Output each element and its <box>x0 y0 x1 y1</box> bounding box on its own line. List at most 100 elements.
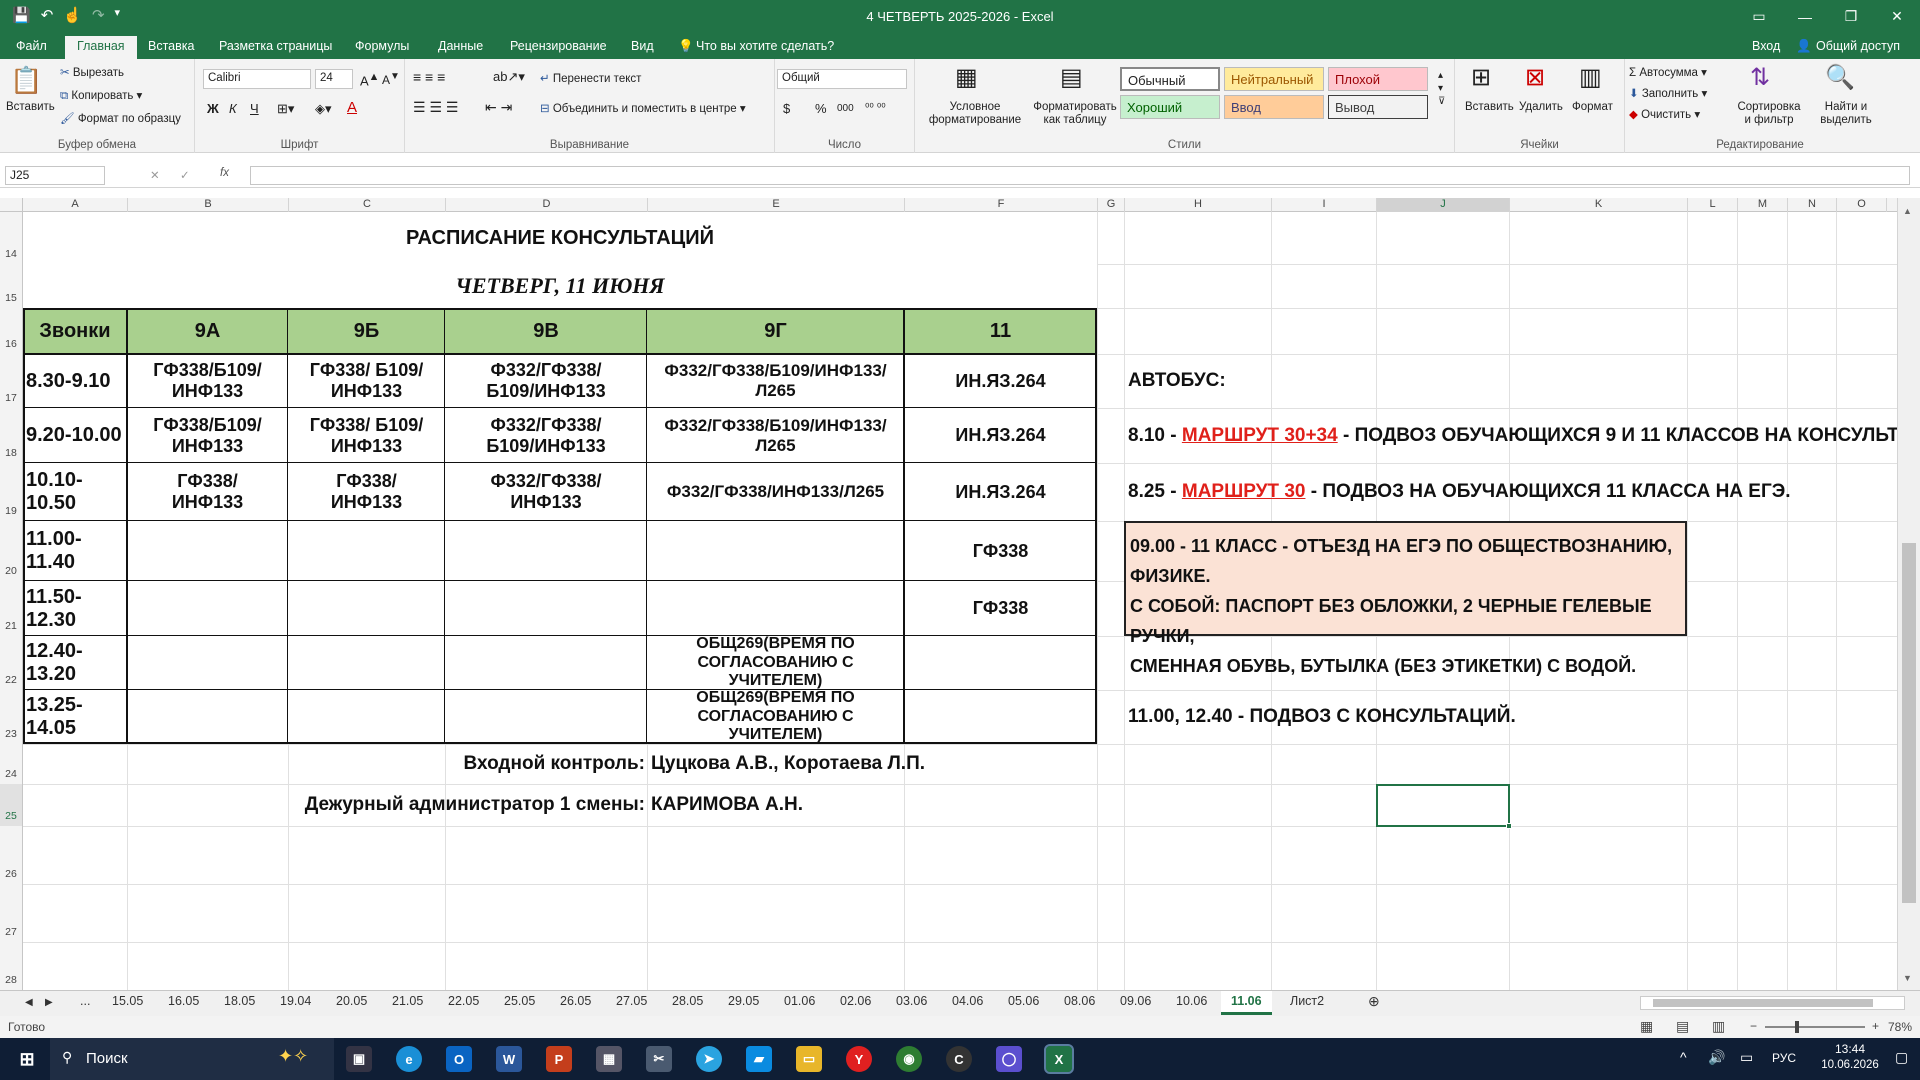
sheet-tab[interactable]: 15.05 <box>112 994 143 1008</box>
col-header-c[interactable]: C <box>289 198 446 212</box>
sheet-tab[interactable]: 29.05 <box>728 994 759 1008</box>
horizontal-scrollbar[interactable] <box>1640 996 1905 1010</box>
sheet-tab[interactable]: 27.05 <box>616 994 647 1008</box>
sheet-tab[interactable]: 28.05 <box>672 994 703 1008</box>
fill-color-icon[interactable]: ◈▾ <box>315 101 332 117</box>
normal-view-icon[interactable]: ▦ <box>1640 1018 1653 1035</box>
clear-button[interactable]: ◆ Очистить ▾ <box>1629 107 1700 121</box>
row-header-21[interactable]: 21 <box>0 581 23 636</box>
col-header-j[interactable]: J <box>1377 198 1510 212</box>
row-header-20[interactable]: 20 <box>0 521 23 581</box>
sheet-tab[interactable]: 22.05 <box>448 994 479 1008</box>
conditional-format-icon[interactable]: ▦ <box>955 63 978 92</box>
task-view-icon[interactable]: ▣ <box>346 1046 372 1072</box>
col-header-k[interactable]: K <box>1510 198 1688 212</box>
volume-icon[interactable]: 🔊 <box>1708 1049 1725 1066</box>
row-header-14[interactable]: 14 <box>0 212 23 264</box>
bold-button[interactable]: Ж <box>207 101 219 116</box>
tab-review[interactable]: Рецензирование <box>510 39 607 53</box>
row-header-17[interactable]: 17 <box>0 354 23 408</box>
sheet-tab[interactable]: 03.06 <box>896 994 927 1008</box>
page-layout-icon[interactable]: ▤ <box>1676 1018 1689 1035</box>
wrap-text-button[interactable]: ↵ Перенести текст <box>540 71 641 85</box>
add-sheet-icon[interactable]: ⊕ <box>1368 993 1380 1010</box>
sheet-tab[interactable]: Лист2 <box>1290 994 1324 1008</box>
find-select-button[interactable]: Найти и выделить <box>1807 101 1885 127</box>
font-name-select[interactable]: Calibri <box>203 69 311 89</box>
sheet-tab[interactable]: 08.06 <box>1064 994 1095 1008</box>
style-good[interactable]: Хороший <box>1120 95 1220 119</box>
row-header-24[interactable]: 24 <box>0 744 23 784</box>
cancel-icon[interactable]: ✕ <box>150 168 160 182</box>
format-painter-button[interactable]: 🖌 Формат по образцу <box>60 111 181 125</box>
tab-insert[interactable]: Вставка <box>148 39 194 53</box>
delete-cells-button[interactable]: Удалить <box>1519 101 1563 113</box>
sign-in-link[interactable]: Вход <box>1752 39 1780 53</box>
sheet-tab[interactable]: 16.05 <box>168 994 199 1008</box>
insert-cells-button[interactable]: Вставить <box>1465 101 1514 113</box>
vertical-scrollbar[interactable]: ▲ ▼ <box>1897 198 1920 990</box>
borders-icon[interactable]: ⊞▾ <box>277 101 294 117</box>
col-header-n[interactable]: N <box>1788 198 1837 212</box>
format-as-table-button[interactable]: Форматировать как таблицу <box>1025 101 1125 127</box>
sheet-tab[interactable]: 19.04 <box>280 994 311 1008</box>
h-scroll-thumb[interactable] <box>1653 999 1873 1007</box>
chat-app-icon[interactable]: ◯ <box>996 1046 1022 1072</box>
percent-button[interactable]: % <box>815 101 827 116</box>
snip-icon[interactable]: ✂ <box>646 1046 672 1072</box>
cut-button[interactable]: ✂ Вырезать <box>60 65 124 79</box>
clock-date[interactable]: 10.06.2026 <box>1818 1059 1882 1071</box>
decimal-icon[interactable]: ⁰⁰ ⁰⁰ <box>865 101 886 114</box>
autosum-button[interactable]: Σ Автосумма ▾ <box>1629 65 1707 79</box>
col-header-i[interactable]: I <box>1272 198 1377 212</box>
minimize-icon[interactable]: — <box>1782 0 1828 33</box>
copy-button[interactable]: ⧉ Копировать ▾ <box>60 88 142 103</box>
select-all-corner[interactable] <box>0 198 23 212</box>
sheet-tab[interactable]: 02.06 <box>840 994 871 1008</box>
zoom-in-icon[interactable]: + <box>1872 1019 1879 1033</box>
worksheet-grid[interactable]: РАСПИСАНИЕ КОНСУЛЬТАЦИЙ ЧЕТВЕРГ, 11 ИЮНЯ… <box>23 212 1897 990</box>
row-header-25[interactable]: 25 <box>0 784 23 826</box>
currency-button[interactable]: $ <box>783 101 790 116</box>
col-header-l[interactable]: L <box>1688 198 1738 212</box>
tab-page-layout[interactable]: Разметка страницы <box>219 39 332 53</box>
merge-center-button[interactable]: ⊟ Объединить и поместить в центре ▾ <box>540 101 746 115</box>
paste-button[interactable]: Вставить <box>6 101 55 113</box>
sheet-tab[interactable]: 18.05 <box>224 994 255 1008</box>
font-size-select[interactable]: 24 <box>315 69 353 89</box>
sheet-tab[interactable]: 10.06 <box>1176 994 1207 1008</box>
row-header-26[interactable]: 26 <box>0 826 23 884</box>
col-header-f[interactable]: F <box>905 198 1098 212</box>
powerpoint-icon[interactable]: P <box>546 1046 572 1072</box>
zoom-slider[interactable] <box>1765 1021 1865 1033</box>
col-header-b[interactable]: B <box>128 198 289 212</box>
enter-icon[interactable]: ✓ <box>180 168 190 182</box>
row-header-16[interactable]: 16 <box>0 308 23 354</box>
sheet-tab-active[interactable]: 11.06 <box>1221 991 1272 1015</box>
style-input[interactable]: Ввод <box>1224 95 1324 119</box>
format-table-icon[interactable]: ▤ <box>1060 63 1083 92</box>
col-header-d[interactable]: D <box>446 198 648 212</box>
calculator-icon[interactable]: ▦ <box>596 1046 622 1072</box>
style-bad[interactable]: Плохой <box>1328 67 1428 91</box>
col-header-o[interactable]: O <box>1837 198 1887 212</box>
align-left-icon[interactable]: ☰ ☰ ☰ <box>413 99 458 116</box>
name-box[interactable]: J25 <box>5 166 105 185</box>
delete-cells-icon[interactable]: ⊠ <box>1525 63 1545 92</box>
clock-time[interactable]: 13:44 <box>1820 1042 1880 1056</box>
selected-cell-j25[interactable] <box>1376 784 1510 827</box>
next-sheet-icon[interactable]: ▶ <box>45 997 53 1008</box>
thousands-button[interactable]: 000 <box>837 103 854 114</box>
row-header-19[interactable]: 19 <box>0 463 23 521</box>
col-header-g[interactable]: G <box>1098 198 1125 212</box>
close-icon[interactable]: ✕ <box>1874 0 1920 33</box>
tab-view[interactable]: Вид <box>631 39 654 53</box>
tab-file[interactable]: Файл <box>16 39 47 53</box>
ribbon-display-icon[interactable]: ▭ <box>1736 0 1782 33</box>
sheet-tab[interactable]: 26.05 <box>560 994 591 1008</box>
word-icon[interactable]: W <box>496 1046 522 1072</box>
sheet-tab[interactable]: 09.06 <box>1120 994 1151 1008</box>
fill-button[interactable]: ⬇ Заполнить ▾ <box>1629 86 1707 100</box>
grow-font-icon[interactable]: A▲ <box>360 71 379 88</box>
excel-icon[interactable]: X <box>1044 1044 1074 1074</box>
